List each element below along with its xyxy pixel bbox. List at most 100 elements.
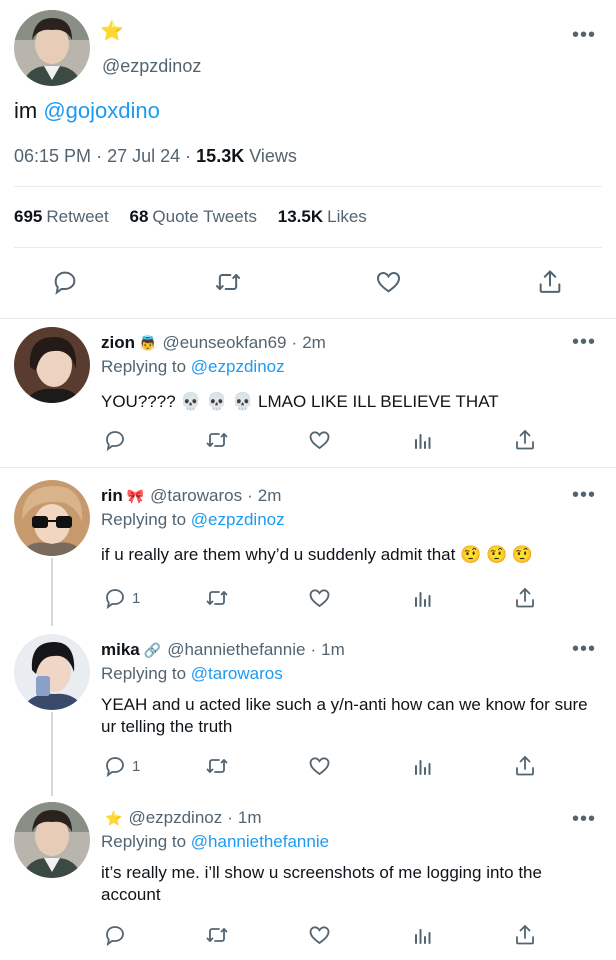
retweet-button[interactable] <box>204 923 230 947</box>
divider <box>14 247 602 248</box>
retweet-icon <box>206 433 228 447</box>
reply-actions <box>0 428 616 456</box>
quote-stat[interactable]: 68 Quote Tweets <box>129 207 257 226</box>
analytics-button[interactable] <box>411 754 435 778</box>
replying-to-mention[interactable]: @hanniethefannie <box>191 832 329 851</box>
analytics-icon <box>415 760 431 775</box>
avatar[interactable] <box>14 480 90 556</box>
share-button[interactable] <box>513 586 537 610</box>
heart-icon <box>309 589 330 608</box>
reply-author-name[interactable]: mika <box>101 640 140 660</box>
like-button[interactable] <box>374 268 403 296</box>
reply-button[interactable] <box>103 428 132 452</box>
tweet-meta: 06:15 PM · 27 Jul 24 · 15.3K Views <box>14 146 297 167</box>
reply-text: YEAH and u acted like such a y/n-anti ho… <box>101 695 588 736</box>
reply-time: 1m <box>237 808 262 827</box>
reply-header: mika 🔗 @hanniethefannie · 1m <box>101 640 345 660</box>
reply-actions: 1 <box>0 754 616 782</box>
reply-author-name[interactable]: rin <box>101 486 123 506</box>
reply-author-handle[interactable]: @tarowaros <box>150 486 242 506</box>
reply-author-handle[interactable]: @hanniethefannie <box>167 640 305 660</box>
replying-to-prefix: Replying to <box>101 832 187 851</box>
like-button[interactable] <box>307 428 332 452</box>
avatar[interactable] <box>14 327 90 403</box>
views-count: 15.3K <box>196 146 245 166</box>
reply-tweet[interactable]: zion 👼 @eunseokfan69 · 2m ••• Replying t… <box>0 319 616 467</box>
retweet-count: 695 <box>14 207 43 226</box>
reply-author-name[interactable]: zion <box>101 333 135 353</box>
retweet-button[interactable] <box>213 268 243 296</box>
share-icon <box>516 925 534 945</box>
reply-count: 1 <box>132 589 141 607</box>
heart-icon <box>377 272 400 293</box>
replying-to-prefix: Replying to <box>101 664 187 683</box>
reply-text: YOU???? 💀 💀 💀 LMAO LIKE ILL BELIEVE THAT <box>101 392 499 411</box>
tweet-text-prefix: im <box>14 98 38 123</box>
reply-author-handle[interactable]: @ezpzdinoz <box>128 808 222 828</box>
retweet-icon <box>206 759 228 773</box>
analytics-button[interactable] <box>411 923 435 947</box>
share-button[interactable] <box>536 268 564 296</box>
replying-to-prefix: Replying to <box>101 510 187 529</box>
share-icon <box>539 270 561 293</box>
share-icon <box>516 756 534 776</box>
replying-to-mention[interactable]: @ezpzdinoz <box>191 357 285 376</box>
share-button[interactable] <box>513 754 537 778</box>
more-options-icon[interactable]: ••• <box>572 809 596 829</box>
avatar[interactable] <box>14 10 90 86</box>
like-button[interactable] <box>307 586 332 610</box>
reply-tweet[interactable]: rin 🎀 @tarowaros · 2m ••• Replying to @e… <box>0 468 616 626</box>
retweet-stat[interactable]: 695 Retweet <box>14 207 109 226</box>
like-button[interactable] <box>307 754 332 778</box>
replying-to: Replying to @ezpzdinoz <box>101 510 285 530</box>
reply-count: 1 <box>132 757 141 775</box>
more-options-icon[interactable]: ••• <box>572 639 596 659</box>
reply-header: ⭐ @ezpzdinoz · 1m <box>101 808 262 828</box>
reply-time: 2m <box>257 486 282 505</box>
reply-text: if u really are them why’d u suddenly ad… <box>101 545 534 564</box>
more-options-icon[interactable]: ••• <box>572 25 596 45</box>
avatar[interactable] <box>14 802 90 878</box>
retweet-icon <box>206 591 228 605</box>
retweet-button[interactable] <box>204 754 230 778</box>
likes-stat[interactable]: 13.5K Likes <box>278 207 367 226</box>
more-options-icon[interactable]: ••• <box>572 332 596 352</box>
replying-to: Replying to @hanniethefannie <box>101 832 329 852</box>
replying-to-mention[interactable]: @tarowaros <box>191 664 283 683</box>
like-button[interactable] <box>307 923 332 947</box>
views-label: Views <box>249 146 297 166</box>
analytics-button[interactable] <box>411 586 435 610</box>
share-button[interactable] <box>513 428 537 452</box>
meta-dot: · <box>96 146 103 166</box>
mention-link[interactable]: @gojoxdino <box>43 98 160 123</box>
reply-icon <box>106 589 124 610</box>
more-options-icon[interactable]: ••• <box>572 485 596 505</box>
reply-actions <box>0 923 616 951</box>
likes-count: 13.5K <box>277 207 324 226</box>
name-emoji: 🎀 <box>126 487 145 504</box>
reply-tweet[interactable]: ⭐ @ezpzdinoz · 1m ••• Replying to @hanni… <box>0 796 616 960</box>
reply-button[interactable] <box>103 923 132 947</box>
replying-to-mention[interactable]: @ezpzdinoz <box>191 510 285 529</box>
name-emoji: ⭐ <box>105 809 123 826</box>
retweet-button[interactable] <box>204 428 230 452</box>
retweet-button[interactable] <box>204 586 230 610</box>
tweet-actions <box>0 268 616 300</box>
retweet-icon <box>206 928 228 942</box>
name-emoji: 🔗 <box>143 641 162 658</box>
reply-text: it’s really me. i’ll show u screenshots … <box>101 863 542 904</box>
reply-button[interactable]: 1 <box>103 754 140 778</box>
avatar[interactable] <box>14 634 90 710</box>
share-icon <box>516 430 534 450</box>
analytics-button[interactable] <box>411 428 435 452</box>
author-handle[interactable]: @ezpzdinoz <box>102 56 201 77</box>
reply-author-handle[interactable]: @eunseokfan69 <box>162 333 286 353</box>
reply-button[interactable]: 1 <box>103 586 140 610</box>
replying-to: Replying to @tarowaros <box>101 664 283 684</box>
main-tweet: ⭐ @ezpzdinoz ••• im @gojoxdino 06:15 PM … <box>0 0 616 318</box>
share-button[interactable] <box>513 923 537 947</box>
reply-button[interactable] <box>51 268 79 296</box>
quote-count: 68 <box>129 207 149 226</box>
reply-tweet[interactable]: mika 🔗 @hanniethefannie · 1m ••• Replyin… <box>0 626 616 796</box>
reply-time: 1m <box>321 640 345 659</box>
